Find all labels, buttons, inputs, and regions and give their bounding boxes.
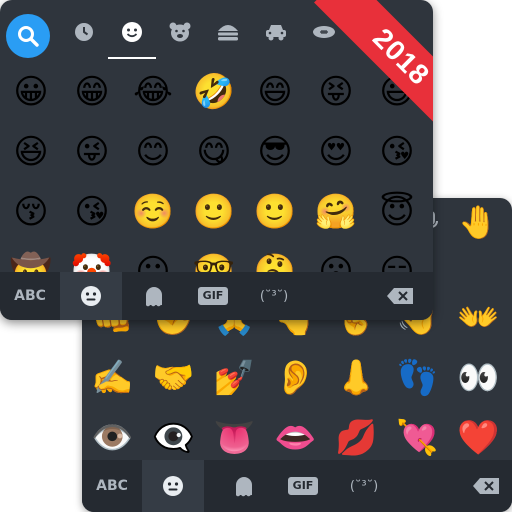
raised-hand-emoji[interactable]: 🤚 <box>458 203 498 241</box>
emoji-key[interactable]: 🤗 <box>305 182 367 242</box>
bear-icon <box>169 22 191 42</box>
emoji-key[interactable]: ✍️ <box>82 348 143 408</box>
emoji-key[interactable]: 😇 <box>366 182 428 242</box>
emoji-key[interactable]: 😁 <box>61 62 123 122</box>
front-bottom-bar: ABC GIF (˘³˘) <box>0 272 433 320</box>
emoji-key[interactable]: 🤝 <box>143 348 204 408</box>
emoji-key[interactable]: 👀 <box>448 348 509 408</box>
ghost-icon <box>236 477 252 499</box>
search-icon <box>18 26 39 47</box>
emoji-row: 😀 😁 😂 🤣 😄 😝 😃 <box>0 62 433 122</box>
emoji-row: 😚 😘 ☺️ 🙂 🙂 🤗 😇 <box>0 182 433 242</box>
emoji-tab-button[interactable] <box>142 460 204 512</box>
tab-smileys[interactable] <box>110 10 154 54</box>
emoji-key[interactable]: 😝 <box>305 62 367 122</box>
gif-tab-button[interactable]: GIF <box>278 460 328 512</box>
emoji-key[interactable]: 💋 <box>326 408 387 468</box>
emoji-key[interactable]: 😍 <box>305 122 367 182</box>
emoji-key[interactable]: 👁️ <box>82 408 143 468</box>
search-button[interactable] <box>6 14 50 58</box>
emoji-key[interactable]: 💘 <box>387 408 448 468</box>
emoji-key[interactable]: 🤣 <box>183 62 245 122</box>
abc-button[interactable]: ABC <box>82 460 142 512</box>
emoji-key[interactable]: 😎 <box>244 122 306 182</box>
backspace-icon <box>473 478 499 494</box>
emoji-key[interactable]: 👣 <box>387 348 448 408</box>
gif-label: GIF <box>197 287 229 305</box>
emoji-row: 😆 😜 😊 😋 😎 😍 😘 <box>0 122 433 182</box>
backspace-icon <box>387 288 413 304</box>
kaomoji-tab-button[interactable]: (˘³˘) <box>334 460 394 512</box>
back-emoji-row: 👁️ 👁️‍🗨️ 👅 👄 💋 💘 ❤️ <box>82 408 512 468</box>
kaomoji-tab-button[interactable]: (˘³˘) <box>244 272 304 320</box>
emoji-key[interactable]: 😚 <box>0 182 62 242</box>
backspace-button[interactable] <box>460 460 512 512</box>
emoji-key[interactable]: 😆 <box>0 122 62 182</box>
emoji-face-icon <box>163 476 183 496</box>
foreground-keyboard: 😀 😁 😂 🤣 😄 😝 😃 😆 😜 😊 😋 😎 😍 😘 😚 😘 ☺️ 🙂 🙂 🤗 <box>0 0 433 320</box>
back-emoji-row: ✍️ 🤝 💅 👂 👃 👣 👀 <box>82 348 512 408</box>
emoji-key[interactable]: 😜 <box>61 122 123 182</box>
tab-food[interactable] <box>206 10 250 54</box>
emoji-key[interactable]: 😋 <box>183 122 245 182</box>
tab-animals[interactable] <box>158 10 202 54</box>
emoji-key[interactable]: 😘 <box>61 182 123 242</box>
sticker-tab-button[interactable] <box>220 460 268 512</box>
sticker-tab-button[interactable] <box>130 272 178 320</box>
emoji-key[interactable]: 🙂 <box>183 182 245 242</box>
active-tab-indicator <box>108 57 156 59</box>
tab-recent[interactable] <box>62 10 106 54</box>
emoji-key[interactable]: 🙂 <box>244 182 306 242</box>
emoji-tab-button[interactable] <box>60 272 122 320</box>
emoji-key[interactable]: 👄 <box>265 408 326 468</box>
emoji-key[interactable]: 😃 <box>366 62 428 122</box>
abc-button[interactable]: ABC <box>0 272 60 320</box>
emoji-key[interactable]: 👐 <box>448 288 509 348</box>
emoji-grid: 😀 😁 😂 🤣 😄 😝 😃 😆 😜 😊 😋 😎 😍 😘 😚 😘 ☺️ 🙂 🙂 🤗 <box>0 62 433 289</box>
emoji-key[interactable]: 👃 <box>326 348 387 408</box>
emoji-key[interactable]: 😀 <box>0 62 62 122</box>
backspace-button[interactable] <box>374 272 426 320</box>
emoji-key[interactable]: ❤️ <box>448 408 509 468</box>
emoji-key[interactable]: 👁️‍🗨️ <box>143 408 204 468</box>
emoji-face-icon <box>81 286 101 306</box>
gif-tab-button[interactable]: GIF <box>188 272 238 320</box>
emoji-key[interactable]: 😄 <box>244 62 306 122</box>
car-icon <box>266 25 286 41</box>
clock-icon <box>75 23 93 41</box>
smiley-icon <box>122 22 142 42</box>
tab-travel[interactable] <box>254 10 298 54</box>
emoji-key[interactable]: 👅 <box>204 408 265 468</box>
football-icon <box>313 26 335 38</box>
emoji-key[interactable]: ☺️ <box>122 182 184 242</box>
emoji-key[interactable]: 😂 <box>122 62 184 122</box>
emoji-category-tabs <box>0 0 433 62</box>
emoji-key[interactable]: 👂 <box>265 348 326 408</box>
gif-label: GIF <box>287 477 319 495</box>
burger-icon <box>218 25 238 41</box>
ghost-icon <box>146 287 162 309</box>
tab-activities[interactable] <box>302 10 346 54</box>
emoji-key[interactable]: 😘 <box>366 122 428 182</box>
back-bottom-bar: ABC GIF (˘³˘) <box>82 460 512 512</box>
emoji-key[interactable]: 💅 <box>204 348 265 408</box>
emoji-key[interactable]: 😊 <box>122 122 184 182</box>
